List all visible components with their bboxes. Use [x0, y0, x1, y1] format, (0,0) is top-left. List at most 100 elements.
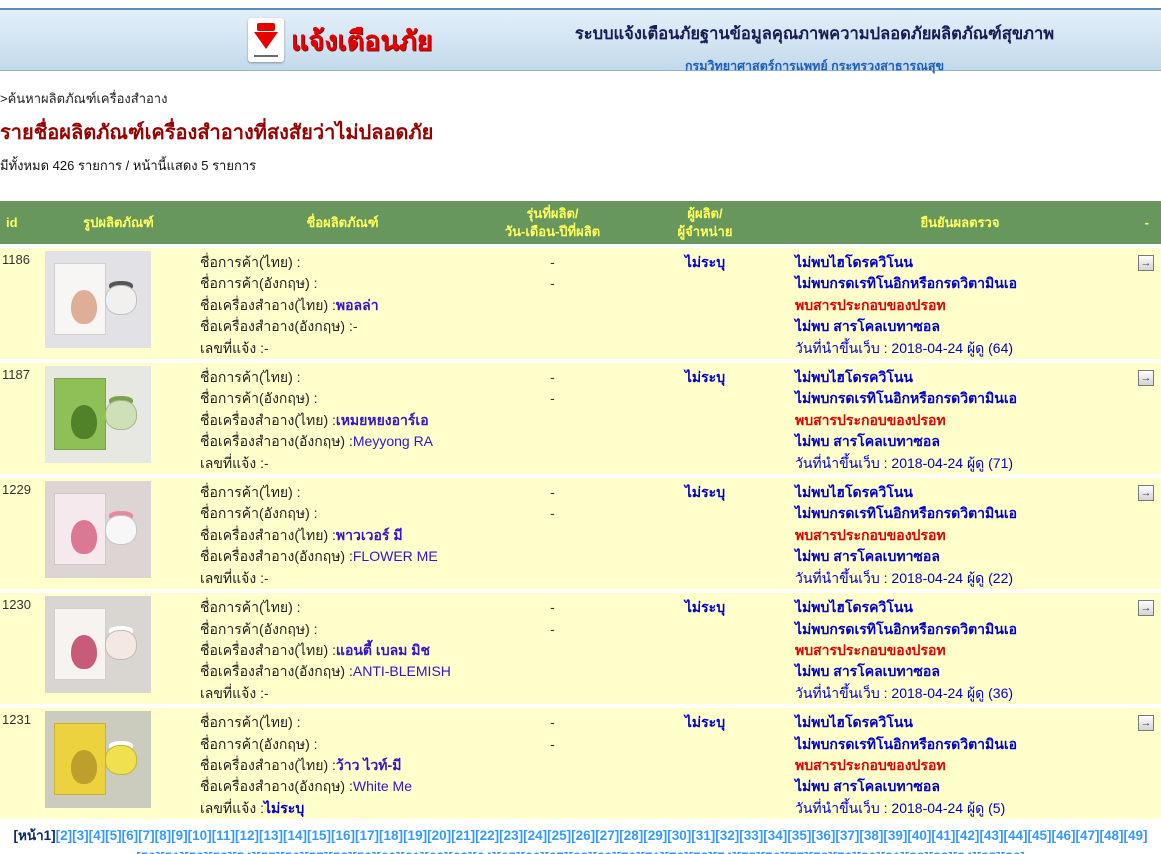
page-link-8[interactable]: [8] — [155, 828, 172, 843]
page-link-82[interactable]: [82] — [905, 850, 929, 854]
page-link-34[interactable]: [34] — [763, 828, 787, 843]
row-id: 1230 — [2, 597, 31, 613]
page-link-57[interactable]: [57] — [304, 850, 328, 854]
page-link-85[interactable]: [85] — [977, 850, 1001, 854]
page-link-43[interactable]: [43] — [979, 828, 1003, 843]
page-link-30[interactable]: [30] — [667, 828, 691, 843]
page-link-20[interactable]: [20] — [427, 828, 451, 843]
page-link-6[interactable]: [6] — [122, 828, 139, 843]
page-link-73[interactable]: [73] — [689, 850, 713, 854]
page-link-81[interactable]: [81] — [881, 850, 905, 854]
page-link-33[interactable]: [33] — [739, 828, 763, 843]
page-link-75[interactable]: [75] — [737, 850, 761, 854]
page-link-71[interactable]: [71] — [641, 850, 665, 854]
page-link-55[interactable]: [55] — [256, 850, 280, 854]
page-link-27[interactable]: [27] — [595, 828, 619, 843]
page-link-52[interactable]: [52] — [184, 850, 208, 854]
page-link-39[interactable]: [39] — [883, 828, 907, 843]
page-link-69[interactable]: [69] — [593, 850, 617, 854]
page-link-26[interactable]: [26] — [571, 828, 595, 843]
page-link-46[interactable]: [46] — [1051, 828, 1075, 843]
page-link-54[interactable]: [54] — [232, 850, 256, 854]
page-link-35[interactable]: [35] — [787, 828, 811, 843]
page-link-25[interactable]: [25] — [547, 828, 571, 843]
page-link-23[interactable]: [23] — [499, 828, 523, 843]
page-link-47[interactable]: [47] — [1076, 828, 1100, 843]
page-link-70[interactable]: [70] — [617, 850, 641, 854]
page-link-72[interactable]: [72] — [665, 850, 689, 854]
page-link-50[interactable]: [50] — [136, 850, 160, 854]
page-link-40[interactable]: [40] — [907, 828, 931, 843]
page-link-29[interactable]: [29] — [643, 828, 667, 843]
batch-cell: -- — [490, 363, 615, 474]
page-link-53[interactable]: [53] — [208, 850, 232, 854]
page-link-78[interactable]: [78] — [809, 850, 833, 854]
page-link-64[interactable]: [64] — [472, 850, 496, 854]
page-link-83[interactable]: [83] — [929, 850, 953, 854]
page-link-10[interactable]: [10] — [188, 828, 212, 843]
page-link-65[interactable]: [65] — [496, 850, 520, 854]
page-link-44[interactable]: [44] — [1003, 828, 1027, 843]
page-link-13[interactable]: [13] — [259, 828, 283, 843]
page-link-48[interactable]: [48] — [1100, 828, 1124, 843]
page-link-59[interactable]: [59] — [352, 850, 376, 854]
page-link-31[interactable]: [31] — [691, 828, 715, 843]
page-link-36[interactable]: [36] — [811, 828, 835, 843]
column-header-id: id — [6, 214, 18, 230]
page-link-61[interactable]: [61] — [400, 850, 424, 854]
page-link-80[interactable]: [80] — [857, 850, 881, 854]
page-link-22[interactable]: [22] — [475, 828, 499, 843]
page-link-24[interactable]: [24] — [523, 828, 547, 843]
page-link-18[interactable]: [18] — [379, 828, 403, 843]
page-link-84[interactable]: [84] — [953, 850, 977, 854]
page-link-7[interactable]: [7] — [138, 828, 155, 843]
page-link-86[interactable]: [86] — [1001, 850, 1025, 854]
page-link-76[interactable]: [76] — [761, 850, 785, 854]
page-link-67[interactable]: [67] — [544, 850, 568, 854]
page-link-49[interactable]: [49] — [1124, 828, 1148, 843]
detail-arrow-button[interactable]: → — [1138, 600, 1154, 617]
page-link-2[interactable]: [2] — [56, 828, 73, 843]
page-link-28[interactable]: [28] — [619, 828, 643, 843]
page-link-12[interactable]: [12] — [235, 828, 259, 843]
page-link-4[interactable]: [4] — [89, 828, 106, 843]
field-label: ชื่อการค้า(ไทย) : — [200, 254, 301, 270]
page-link-11[interactable]: [11] — [212, 828, 235, 843]
page-link-79[interactable]: [79] — [833, 850, 857, 854]
page-link-37[interactable]: [37] — [835, 828, 859, 843]
page-link-14[interactable]: [14] — [283, 828, 307, 843]
page-link-19[interactable]: [19] — [403, 828, 427, 843]
page-link-21[interactable]: [21] — [451, 828, 475, 843]
page-link-42[interactable]: [42] — [955, 828, 979, 843]
page-link-32[interactable]: [32] — [715, 828, 739, 843]
detail-arrow-button[interactable]: → — [1138, 715, 1154, 732]
page-link-56[interactable]: [56] — [280, 850, 304, 854]
page-link-45[interactable]: [45] — [1027, 828, 1051, 843]
page-link-68[interactable]: [68] — [568, 850, 592, 854]
page-link-58[interactable]: [58] — [328, 850, 352, 854]
page-link-17[interactable]: [17] — [355, 828, 379, 843]
row-id: 1186 — [2, 252, 30, 267]
page-link-16[interactable]: [16] — [331, 828, 355, 843]
page-link-63[interactable]: [63] — [448, 850, 472, 854]
page-link-15[interactable]: [15] — [307, 828, 331, 843]
product-detail-line: ชื่อเครื่องสำอาง(อังกฤษ) :Meyyong RA — [200, 431, 490, 452]
page-link-3[interactable]: [3] — [72, 828, 89, 843]
producer-value: ไม่ระบุ — [684, 484, 726, 501]
page-link-5[interactable]: [5] — [105, 828, 122, 843]
producer-cell: ไม่ระบุ — [615, 248, 795, 359]
page-link-74[interactable]: [74] — [713, 850, 737, 854]
page-link-9[interactable]: [9] — [171, 828, 188, 843]
page-link-41[interactable]: [41] — [931, 828, 955, 843]
site-logo[interactable]: แจ้งเตือนภัย — [248, 18, 432, 62]
batch-value: - — [550, 484, 555, 501]
page-link-38[interactable]: [38] — [859, 828, 883, 843]
detail-arrow-button[interactable]: → — [1138, 255, 1154, 271]
detail-arrow-button[interactable]: → — [1138, 485, 1154, 502]
page-link-77[interactable]: [77] — [785, 850, 809, 854]
page-link-60[interactable]: [60] — [376, 850, 400, 854]
page-link-51[interactable]: [51] — [160, 850, 184, 854]
detail-arrow-button[interactable]: → — [1138, 370, 1154, 387]
page-link-66[interactable]: [66] — [520, 850, 544, 854]
page-link-62[interactable]: [62] — [424, 850, 448, 854]
